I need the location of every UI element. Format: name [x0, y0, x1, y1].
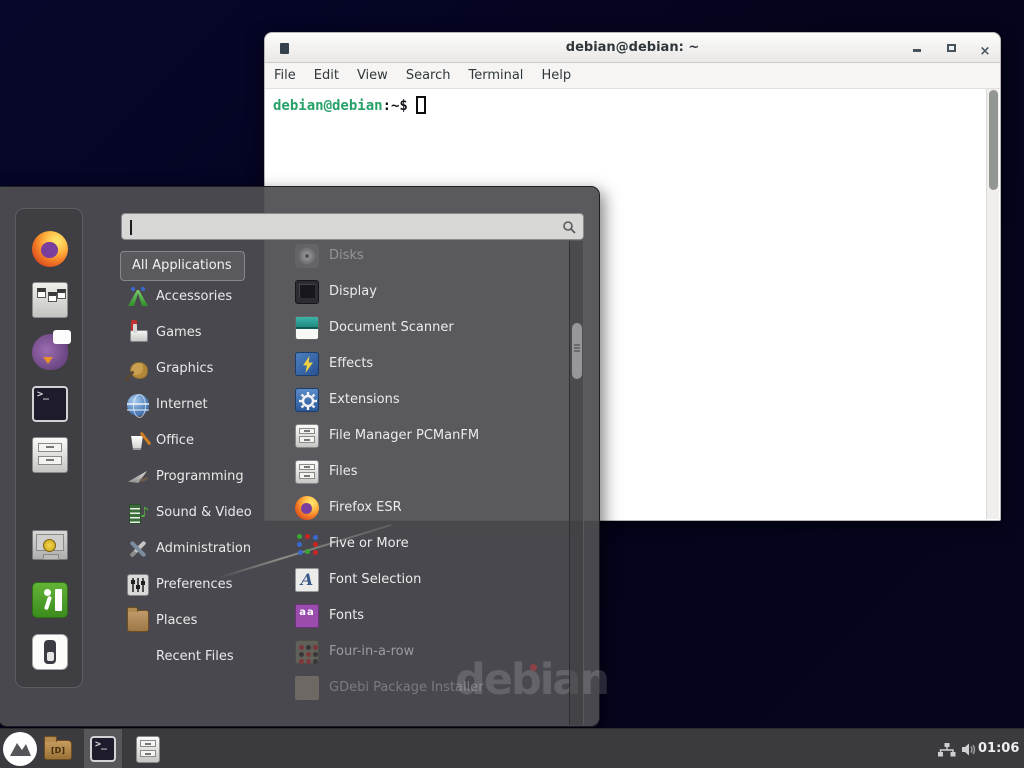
category-recent-files[interactable]: Recent Files — [120, 639, 262, 675]
accessories-icon — [127, 286, 149, 308]
logout-icon[interactable] — [32, 582, 68, 618]
extensions-icon — [295, 388, 319, 412]
games-icon — [127, 322, 149, 344]
file-manager-pcmanfm-icon — [295, 424, 319, 448]
prompt-user-host: debian@debian — [273, 98, 383, 114]
app-display[interactable]: Display — [287, 274, 559, 310]
taskbar: [D] >_ 01:06 — [0, 728, 1024, 768]
app-five-or-more[interactable]: Five or More — [287, 526, 559, 562]
document-scanner-icon — [295, 316, 319, 340]
terminal-scrollbar-thumb[interactable] — [989, 90, 998, 190]
taskbar-terminal-icon: >_ — [90, 736, 116, 762]
app-extensions[interactable]: Extensions — [287, 382, 559, 418]
menu-file[interactable]: File — [265, 63, 305, 89]
menu-view[interactable]: View — [348, 63, 397, 89]
desktop: debian@debian: ~ × FileEditViewSearchTer… — [0, 0, 1024, 768]
app-fonts[interactable]: aa Fonts — [287, 598, 559, 634]
category-accessories[interactable]: Accessories — [120, 279, 262, 315]
effects-icon — [295, 352, 319, 376]
taskbar-terminal-button[interactable]: >_ — [84, 729, 122, 768]
menu-search[interactable]: Search — [397, 63, 460, 89]
search-icon — [562, 220, 576, 234]
volume-icon[interactable] — [961, 742, 977, 757]
app-list-scrollbar[interactable] — [569, 241, 584, 725]
favorites-sidebar: >_ — [15, 208, 83, 688]
app-gdebi-package-installer[interactable]: GDebi Package Installer — [287, 670, 559, 706]
administration-icon — [127, 538, 149, 560]
app-list-scrollbar-thumb[interactable] — [572, 323, 582, 379]
five-or-more-icon — [295, 532, 319, 556]
search-input[interactable] — [134, 214, 554, 239]
files-icon — [295, 460, 319, 484]
menu-edit[interactable]: Edit — [305, 63, 348, 89]
terminal-title: debian@debian: ~ — [265, 33, 1000, 63]
taskbar-file-cabinet-icon[interactable] — [136, 736, 160, 763]
favorite-pidgin-icon[interactable] — [32, 334, 68, 370]
menu-terminal[interactable]: Terminal — [459, 63, 532, 89]
shell-prompt: debian@debian:~$ — [273, 96, 426, 114]
lock-screen-icon[interactable] — [32, 530, 68, 560]
display-icon — [295, 280, 319, 304]
prompt-path: :~$ — [383, 98, 408, 114]
category-places[interactable]: Places — [120, 603, 262, 639]
app-file-manager-pcmanfm[interactable]: File Manager PCManFM — [287, 418, 559, 454]
gdebi-icon — [295, 676, 319, 700]
app-effects[interactable]: Effects — [287, 346, 559, 382]
category-sound-video[interactable]: Sound & Video — [120, 495, 262, 531]
minimize-icon — [913, 49, 921, 52]
sound-video-icon — [127, 502, 149, 524]
applications-menu: debian >_ — [0, 186, 600, 727]
maximize-icon — [947, 44, 956, 52]
category-all-applications[interactable]: All Applications — [120, 251, 245, 281]
menu-button[interactable] — [3, 732, 37, 766]
close-icon: × — [980, 44, 991, 59]
favorite-firefox-icon[interactable] — [32, 231, 68, 267]
office-icon — [127, 430, 149, 452]
category-administration[interactable]: Administration — [120, 531, 262, 567]
app-font-selection[interactable]: A Font Selection — [287, 562, 559, 598]
favorite-keyboard-icon[interactable] — [32, 282, 68, 318]
maximize-button[interactable] — [943, 40, 959, 56]
network-icon[interactable] — [938, 743, 956, 757]
terminal-scrollbar[interactable] — [986, 89, 999, 519]
font-selection-icon: A — [295, 568, 319, 592]
app-document-scanner[interactable]: Document Scanner — [287, 310, 559, 346]
menu-button-mountain-icon — [3, 732, 37, 766]
menu-search-box[interactable] — [121, 213, 584, 240]
category-office[interactable]: Office — [120, 423, 262, 459]
terminal-titlebar[interactable]: debian@debian: ~ × — [265, 33, 1000, 63]
search-caret — [130, 220, 132, 235]
taskbar-file-manager-icon[interactable]: [D] — [44, 740, 72, 760]
category-preferences[interactable]: Preferences — [120, 567, 262, 603]
category-internet[interactable]: Internet — [120, 387, 262, 423]
app-files[interactable]: Files — [287, 454, 559, 490]
taskbar-clock[interactable]: 01:06 — [978, 729, 1022, 768]
category-graphics[interactable]: Graphics — [120, 351, 262, 387]
menu-help[interactable]: Help — [532, 63, 580, 89]
places-icon — [127, 610, 149, 632]
favorite-terminal-icon[interactable]: >_ — [32, 386, 68, 422]
app-disks[interactable]: Disks — [287, 238, 559, 274]
fonts-icon: aa — [295, 604, 319, 628]
favorite-file-manager-icon[interactable] — [32, 437, 68, 473]
close-button[interactable]: × — [977, 40, 993, 56]
app-firefox-esr[interactable]: Firefox ESR — [287, 490, 559, 526]
four-in-a-row-icon — [295, 640, 319, 664]
minimize-button[interactable] — [909, 40, 925, 56]
category-programming[interactable]: Programming — [120, 459, 262, 495]
category-games[interactable]: Games — [120, 315, 262, 351]
firefox-esr-icon — [295, 496, 319, 520]
terminal-menubar: FileEditViewSearchTerminalHelp — [265, 63, 1000, 89]
programming-icon — [127, 466, 149, 488]
disks-icon — [295, 244, 319, 268]
shutdown-icon[interactable] — [32, 634, 68, 670]
internet-icon — [127, 394, 149, 416]
preferences-icon — [127, 574, 149, 596]
app-four-in-a-row[interactable]: Four-in-a-row — [287, 634, 559, 670]
terminal-cursor — [416, 96, 426, 114]
graphics-icon — [127, 358, 149, 380]
